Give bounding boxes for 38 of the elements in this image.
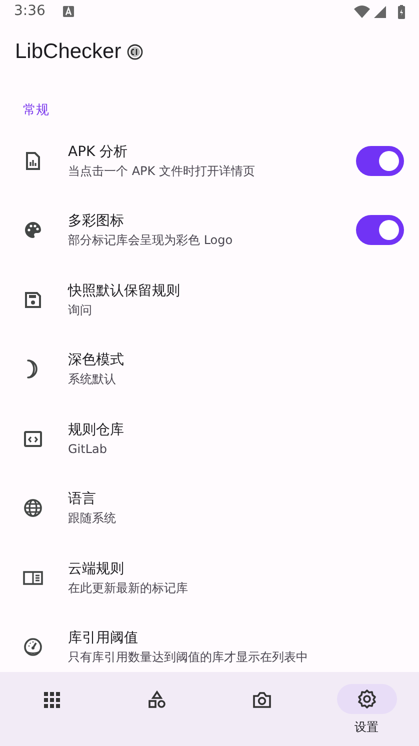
save-icon — [23, 290, 43, 310]
setting-summary: 只有库引用数量达到阈值的库才显示在列表中 — [68, 649, 309, 666]
code-window-icon — [23, 428, 43, 449]
nav-item[interactable]: 设置 — [316, 683, 417, 736]
setting-summary: 询问 — [68, 302, 93, 319]
setting-summary: 跟随系统 — [68, 510, 117, 528]
gauge-icon — [23, 637, 43, 658]
globe-icon — [23, 498, 43, 518]
camera-icon — [252, 690, 272, 710]
settings-icon — [356, 689, 377, 710]
moon-icon — [27, 359, 38, 380]
setting-title: 云端规则 — [68, 560, 125, 579]
setting-title: APK 分析 — [68, 142, 129, 162]
signal-icon — [374, 6, 386, 18]
toggle-switch[interactable] — [356, 215, 404, 246]
setting-summary: GitLab — [68, 440, 108, 458]
setting-title: 深色模式 — [68, 351, 125, 370]
setting-summary: 系统默认 — [68, 371, 117, 388]
setting-title: 规则仓库 — [68, 420, 125, 440]
setting-title: 语言 — [68, 490, 97, 510]
ci-badge-icon — [127, 44, 144, 60]
section-header: 常规 — [23, 102, 49, 118]
battery-icon — [398, 4, 405, 19]
wifi-icon — [354, 5, 370, 18]
setting-summary: 部分标记库会呈现为彩色 Logo — [68, 232, 234, 250]
app-title: LibChecker — [15, 39, 122, 66]
document-chart-icon — [23, 150, 43, 171]
status-time: 3:36 — [14, 2, 46, 22]
setting-title: 多彩图标 — [68, 212, 125, 232]
toggle-switch[interactable] — [356, 146, 404, 176]
setting-summary: 当点击一个 APK 文件时打开详情页 — [68, 162, 256, 180]
palette-icon — [23, 220, 43, 240]
shapes-icon — [147, 690, 168, 710]
grid-icon — [42, 690, 62, 710]
setting-summary: 在此更新最新的标记库 — [68, 580, 189, 597]
setting-title: 库引用阈值 — [68, 629, 139, 648]
setting-title: 快照默认保留规则 — [68, 282, 181, 301]
notification-icon — [63, 6, 74, 18]
